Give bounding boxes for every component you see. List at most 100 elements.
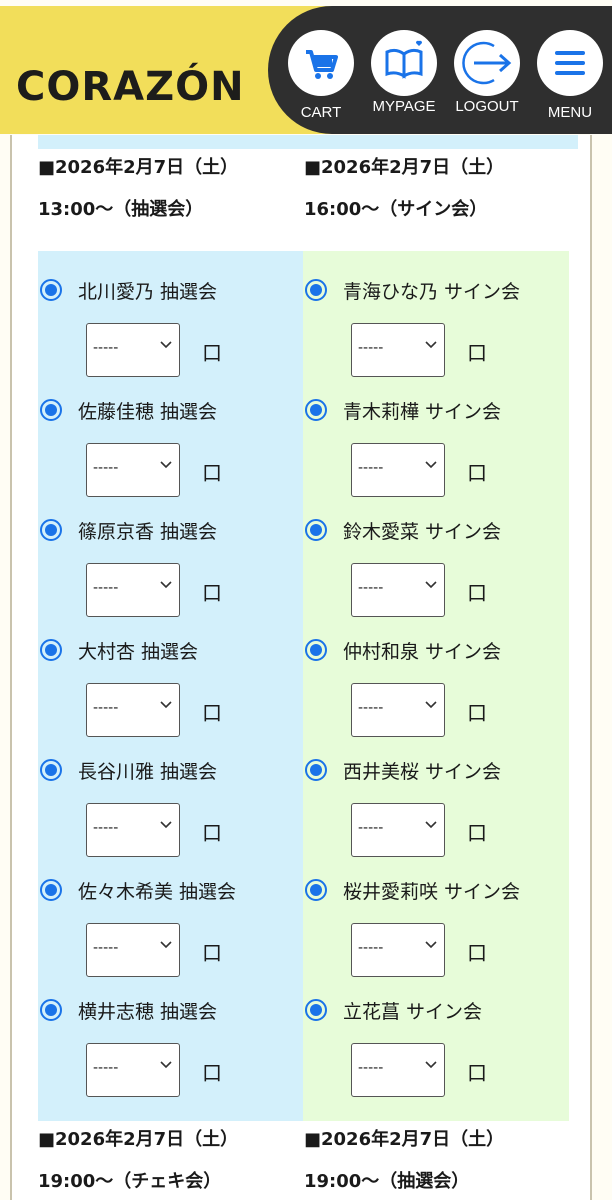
left-section-time: 13:00〜（抽選会） [38,199,204,220]
item-name: 立花菖 サイン会 [343,1001,483,1023]
quantity-select[interactable]: ----- [351,923,445,977]
quantity-select[interactable]: ----- [351,803,445,857]
select-value: ----- [358,1060,384,1076]
unit-label: 口 [202,941,222,965]
radio-button[interactable] [305,279,327,301]
left-column: 北川愛乃 抽選会 ----- 口 佐藤佳穂 抽選会 ----- 口 篠原京香 抽… [38,251,303,1121]
unit-label: 口 [467,341,487,365]
item-name: 北川愛乃 抽選会 [78,281,218,303]
list-item: 青海ひな乃 サイン会 ----- 口 [303,251,569,377]
radio-button[interactable] [40,999,62,1021]
unit-label: 口 [202,341,222,365]
item-name: 鈴木愛菜 サイン会 [343,521,502,543]
top-strip [38,135,578,149]
logout-button[interactable]: LOGOUT [452,30,522,115]
unit-label: 口 [202,1061,222,1085]
list-item: 大村杏 抽選会 ----- 口 [38,611,304,737]
select-value: ----- [358,580,384,596]
quantity-select[interactable]: ----- [351,563,445,617]
radio-button[interactable] [305,639,327,661]
list-item: 桜井愛莉咲 サイン会 ----- 口 [303,851,569,977]
radio-button[interactable] [305,879,327,901]
select-value: ----- [358,340,384,356]
select-value: ----- [93,940,119,956]
site-logo[interactable]: CORAZÓN [16,64,245,110]
select-value: ----- [93,700,119,716]
radio-button[interactable] [40,759,62,781]
select-value: ----- [358,700,384,716]
quantity-select[interactable]: ----- [86,323,180,377]
chevron-down-icon [425,1061,437,1069]
unit-label: 口 [467,821,487,845]
item-name: 西井美桜 サイン会 [343,761,502,783]
list-item: 佐藤佳穂 抽選会 ----- 口 [38,371,304,497]
chevron-down-icon [425,821,437,829]
unit-label: 口 [467,461,487,485]
header-nav: CART MYPAGE LOGOUT MENU [268,6,612,134]
unit-label: 口 [202,461,222,485]
radio-button[interactable] [305,759,327,781]
mypage-label: MYPAGE [372,98,436,115]
radio-button[interactable] [40,519,62,541]
item-name: 長谷川雅 抽選会 [78,761,218,783]
site-header: CORAZÓN CART MYPAGE LOGOUT MENU [0,0,612,135]
item-name: 青木莉樺 サイン会 [343,401,502,423]
menu-label: MENU [547,104,593,121]
radio-button[interactable] [40,399,62,421]
chevron-down-icon [160,821,172,829]
select-value: ----- [93,820,119,836]
item-name: 佐藤佳穂 抽選会 [78,401,218,423]
unit-label: 口 [202,821,222,845]
item-name: 佐々木希美 抽選会 [78,881,237,903]
radio-button[interactable] [305,399,327,421]
logout-arrow-icon [462,41,512,85]
right-section-date: ■2026年2月7日（土） [304,157,505,178]
chevron-down-icon [425,341,437,349]
select-value: ----- [93,460,119,476]
radio-button[interactable] [305,999,327,1021]
radio-button[interactable] [305,519,327,541]
quantity-select[interactable]: ----- [351,323,445,377]
select-value: ----- [93,340,119,356]
list-item: 青木莉樺 サイン会 ----- 口 [303,371,569,497]
select-value: ----- [358,820,384,836]
quantity-select[interactable]: ----- [86,683,180,737]
list-item: 篠原京香 抽選会 ----- 口 [38,491,304,617]
radio-button[interactable] [40,879,62,901]
bottom-left-date: ■2026年2月7日（土） [38,1129,239,1150]
right-column: 青海ひな乃 サイン会 ----- 口 青木莉樺 サイン会 ----- 口 鈴木愛… [303,251,569,1121]
item-name: 仲村和泉 サイン会 [343,641,502,663]
select-value: ----- [93,580,119,596]
list-item: 鈴木愛菜 サイン会 ----- 口 [303,491,569,617]
chevron-down-icon [425,461,437,469]
cart-label: CART [300,104,342,121]
menu-button[interactable]: MENU [535,30,605,121]
chevron-down-icon [425,941,437,949]
radio-button[interactable] [40,279,62,301]
quantity-select[interactable]: ----- [351,443,445,497]
logout-label: LOGOUT [455,98,519,115]
bottom-left-time: 19:00〜（チェキ会） [38,1171,222,1192]
quantity-select[interactable]: ----- [86,563,180,617]
quantity-select[interactable]: ----- [86,923,180,977]
quantity-select[interactable]: ----- [86,1043,180,1097]
list-item: 立花菖 サイン会 ----- 口 [303,971,569,1097]
item-name: 青海ひな乃 サイン会 [343,281,521,303]
radio-button[interactable] [40,639,62,661]
cart-icon [306,50,338,79]
cart-button[interactable]: CART [286,30,356,121]
unit-label: 口 [202,701,222,725]
right-section-time: 16:00〜（サイン会） [304,199,488,220]
chevron-down-icon [160,701,172,709]
quantity-select[interactable]: ----- [351,1043,445,1097]
quantity-select[interactable]: ----- [351,683,445,737]
quantity-select[interactable]: ----- [86,443,180,497]
hamburger-menu-icon [555,51,585,75]
chevron-down-icon [425,581,437,589]
quantity-select[interactable]: ----- [86,803,180,857]
list-item: 北川愛乃 抽選会 ----- 口 [38,251,304,377]
mypage-button[interactable]: MYPAGE [369,30,439,115]
select-value: ----- [93,1060,119,1076]
list-item: 仲村和泉 サイン会 ----- 口 [303,611,569,737]
item-name: 桜井愛莉咲 サイン会 [343,881,521,903]
